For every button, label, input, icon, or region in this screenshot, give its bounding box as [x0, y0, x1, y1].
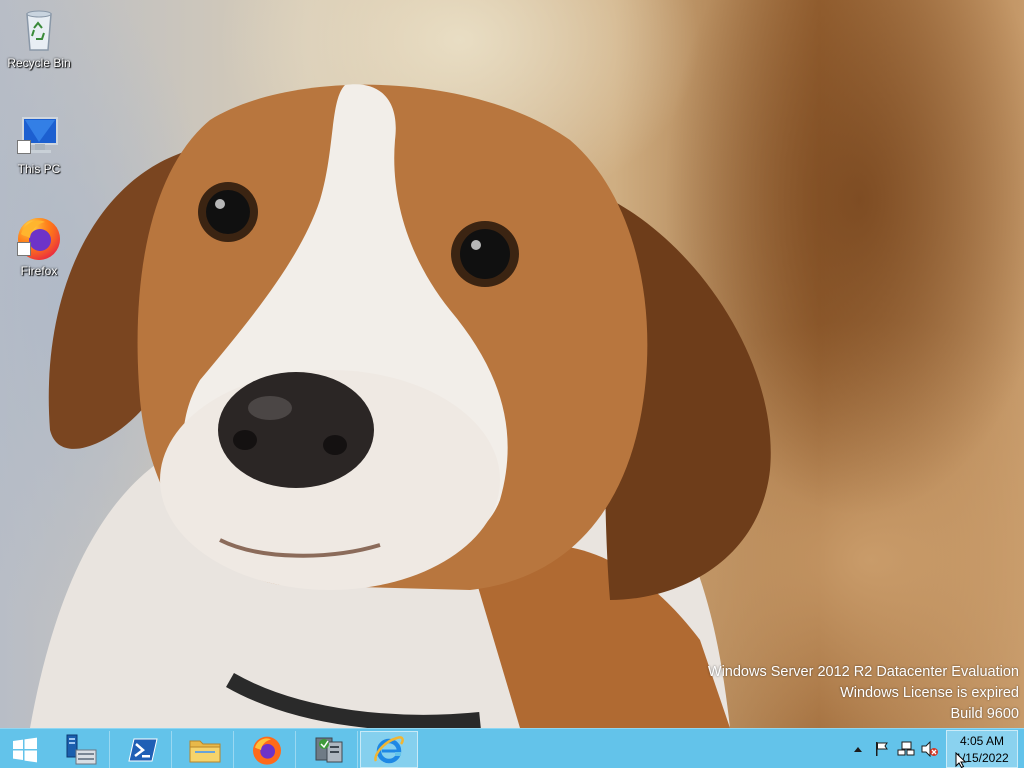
taskbar-file-explorer[interactable]	[176, 731, 234, 768]
desktop-icon-recycle-bin[interactable]: Recycle Bin	[2, 6, 76, 70]
dog-photo	[30, 84, 771, 728]
watermark-build: Build 9600	[950, 706, 1019, 722]
powershell-icon	[127, 738, 158, 761]
firefox-label: Firefox	[20, 264, 58, 278]
this-pc-label: This PC	[17, 162, 61, 176]
action-center-flag-icon	[876, 742, 888, 756]
shortcut-arrow-icon	[17, 140, 31, 154]
desktop-wallpaper	[0, 0, 1024, 728]
file-explorer-icon	[189, 740, 220, 762]
desktop-icon-firefox[interactable]: Firefox	[2, 214, 76, 278]
mmc-tools-icon	[315, 737, 342, 762]
shortcut-arrow-icon	[17, 242, 31, 256]
volume-muted-icon	[921, 741, 938, 757]
firefox-icon	[15, 214, 63, 262]
watermark-license: Windows License is expired	[840, 685, 1019, 701]
clock-time: 4:05 AM	[959, 734, 1005, 748]
recycle-bin-label: Recycle Bin	[7, 56, 71, 70]
server-manager-icon	[66, 734, 96, 764]
network-icon	[897, 741, 915, 756]
taskbar-firefox[interactable]	[238, 731, 296, 768]
internet-explorer-icon	[374, 735, 404, 763]
volume-button[interactable]	[920, 739, 940, 759]
firefox-icon	[252, 736, 281, 765]
windows-start-icon	[13, 737, 37, 762]
watermark-edition: Windows Server 2012 R2 Datacenter Evalua…	[707, 664, 1019, 680]
system-tray	[848, 729, 940, 768]
taskbar-admin-tools[interactable]	[300, 731, 358, 768]
taskbar-internet-explorer[interactable]	[360, 731, 418, 768]
start-button[interactable]	[0, 731, 50, 768]
taskbar-server-manager[interactable]	[52, 731, 110, 768]
taskbar: 4:05 AM 1/15/2022	[0, 728, 1024, 768]
windows-watermark: Windows Server 2012 R2 Datacenter Evalua…	[708, 662, 1019, 725]
action-center-button[interactable]	[872, 739, 892, 759]
recycle-bin-icon	[15, 6, 63, 54]
show-hidden-icons-button[interactable]	[848, 739, 868, 759]
network-button[interactable]	[896, 739, 916, 759]
desktop-icon-this-pc[interactable]: This PC	[2, 112, 76, 176]
taskbar-powershell[interactable]	[114, 731, 172, 768]
this-pc-icon	[15, 112, 63, 160]
mouse-cursor-icon	[955, 752, 967, 768]
chevron-up-icon	[854, 747, 862, 752]
